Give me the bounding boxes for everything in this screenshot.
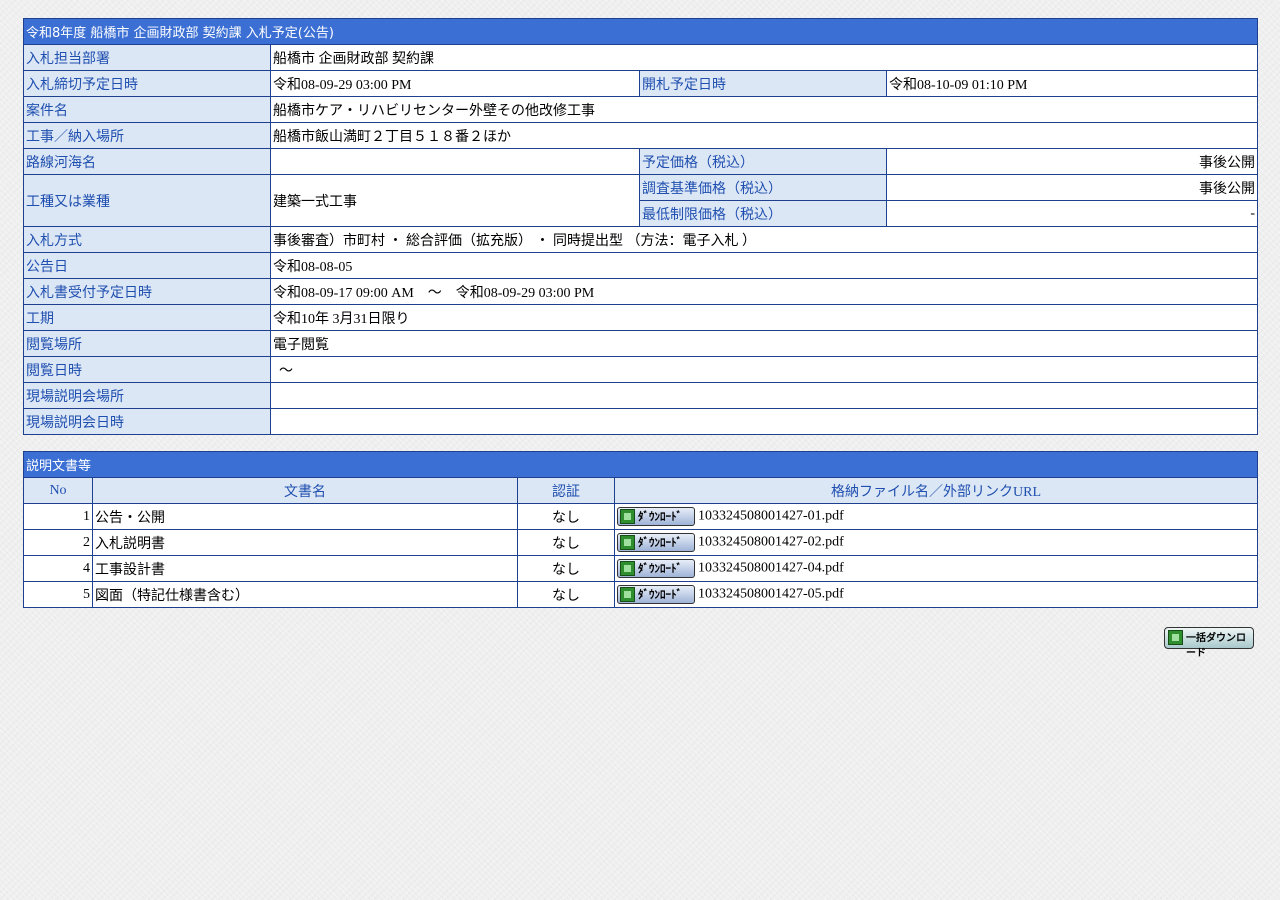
- period-value: 令和10年 3月31日限り: [269, 304, 1259, 331]
- receipt-value: 令和08-09-17 09:00 AM ～ 令和08-09-29 03:00 P…: [269, 278, 1259, 305]
- table-row: 2 入札説明書 なし ﾀﾞｳﾝﾛｰﾄﾞ 103324508001427-02.p…: [23, 529, 1259, 556]
- download-label: ﾀﾞｳﾝﾛｰﾄﾞ: [638, 588, 682, 601]
- documents-table: 説明文書等 No 文書名 認証 格納ファイル名／外部リンクURL 1 公告・公開…: [22, 451, 1259, 608]
- receipt-label: 入札書受付予定日時: [23, 278, 271, 305]
- table-row: 5 図面（特記仕様書含む） なし ﾀﾞｳﾝﾛｰﾄﾞ 10332450800142…: [23, 581, 1259, 608]
- disk-icon: [620, 561, 635, 576]
- doc-filename: 103324508001427-01.pdf: [698, 508, 844, 524]
- doc-auth: なし: [517, 555, 615, 582]
- column-header-file: 格納ファイル名／外部リンクURL: [613, 477, 1259, 504]
- viewing-place-value: 電子閲覧: [269, 330, 1259, 357]
- min-price-label: 最低制限価格（税込）: [639, 200, 887, 227]
- doc-name: 工事設計書: [92, 555, 518, 582]
- planned-price-value: 事後公開: [885, 148, 1259, 175]
- doc-file-cell: ﾀﾞｳﾝﾛｰﾄﾞ 103324508001427-01.pdf: [613, 503, 1259, 530]
- download-button[interactable]: ﾀﾞｳﾝﾛｰﾄﾞ: [617, 507, 695, 526]
- doc-auth: なし: [517, 529, 615, 556]
- case-value: 船橋市ケア・リハビリセンター外壁その他改修工事: [269, 96, 1259, 123]
- download-label: ﾀﾞｳﾝﾛｰﾄﾞ: [638, 536, 682, 549]
- period-label: 工期: [23, 304, 271, 331]
- method-label: 入札方式: [23, 226, 271, 253]
- doc-file-cell: ﾀﾞｳﾝﾛｰﾄﾞ 103324508001427-02.pdf: [613, 529, 1259, 556]
- location-value: 船橋市飯山満町２丁目５１８番２ほか: [269, 122, 1259, 149]
- bid-info-table: 令和8年度 船橋市 企画財政部 契約課 入札予定(公告) 入札担当部署 船橋市 …: [22, 18, 1259, 435]
- notice-date-label: 公告日: [23, 252, 271, 279]
- doc-file-cell: ﾀﾞｳﾝﾛｰﾄﾞ 103324508001427-05.pdf: [613, 581, 1259, 608]
- doc-name: 図面（特記仕様書含む）: [92, 581, 518, 608]
- download-button[interactable]: ﾀﾞｳﾝﾛｰﾄﾞ: [617, 559, 695, 578]
- doc-filename: 103324508001427-04.pdf: [698, 560, 844, 576]
- department-value: 船橋市 企画財政部 契約課: [269, 44, 1259, 71]
- disk-icon: [1168, 630, 1183, 645]
- route-label: 路線河海名: [23, 148, 271, 175]
- briefing-place-value: [269, 382, 1259, 409]
- doc-no: 5: [23, 581, 93, 608]
- department-label: 入札担当部署: [23, 44, 271, 71]
- doc-file-cell: ﾀﾞｳﾝﾛｰﾄﾞ 103324508001427-04.pdf: [613, 555, 1259, 582]
- download-button[interactable]: ﾀﾞｳﾝﾛｰﾄﾞ: [617, 533, 695, 552]
- opening-value: 令和08-10-09 01:10 PM: [885, 70, 1259, 97]
- type-value: 建築一式工事: [270, 174, 640, 227]
- case-label: 案件名: [23, 96, 271, 123]
- location-label: 工事／納入場所: [23, 122, 271, 149]
- bulk-download-label: 一括ダウンロード: [1186, 633, 1246, 659]
- column-header-name: 文書名: [92, 477, 518, 504]
- route-value: [270, 148, 640, 175]
- doc-no: 1: [23, 503, 93, 530]
- doc-filename: 103324508001427-05.pdf: [698, 586, 844, 602]
- doc-no: 2: [23, 529, 93, 556]
- min-price-value: -: [885, 200, 1259, 227]
- disk-icon: [620, 587, 635, 602]
- method-value: 事後審査）市町村 ・ 総合評価（拡充版） ・ 同時提出型 （方法：電子入札 ）: [269, 226, 1259, 253]
- documents-title: 説明文書等: [22, 451, 1259, 478]
- survey-price-label: 調査基準価格（税込）: [639, 174, 887, 201]
- viewing-date-label: 閲覧日時: [23, 356, 271, 383]
- download-button[interactable]: ﾀﾞｳﾝﾛｰﾄﾞ: [617, 585, 695, 604]
- deadline-label: 入札締切予定日時: [23, 70, 271, 97]
- doc-auth: なし: [517, 503, 615, 530]
- viewing-date-value: ～: [269, 356, 1259, 383]
- disk-icon: [620, 535, 635, 550]
- deadline-value: 令和08-09-29 03:00 PM: [270, 70, 640, 97]
- briefing-place-label: 現場説明会場所: [23, 382, 271, 409]
- column-header-auth: 認証: [517, 477, 615, 504]
- column-header-no: No: [23, 477, 93, 504]
- doc-auth: なし: [517, 581, 615, 608]
- briefing-date-label: 現場説明会日時: [23, 408, 271, 435]
- planned-price-label: 予定価格（税込）: [639, 148, 887, 175]
- download-label: ﾀﾞｳﾝﾛｰﾄﾞ: [638, 510, 682, 523]
- survey-price-value: 事後公開: [885, 174, 1259, 201]
- doc-name: 公告・公開: [92, 503, 518, 530]
- doc-name: 入札説明書: [92, 529, 518, 556]
- notice-date-value: 令和08-08-05: [269, 252, 1259, 279]
- table-row: 1 公告・公開 なし ﾀﾞｳﾝﾛｰﾄﾞ 103324508001427-01.p…: [23, 503, 1259, 530]
- doc-filename: 103324508001427-02.pdf: [698, 534, 844, 550]
- type-label: 工種又は業種: [23, 174, 271, 227]
- bulk-download-button[interactable]: 一括ダウンロード: [1164, 627, 1254, 659]
- disk-icon: [620, 509, 635, 524]
- download-label: ﾀﾞｳﾝﾛｰﾄﾞ: [638, 562, 682, 575]
- table-row: 4 工事設計書 なし ﾀﾞｳﾝﾛｰﾄﾞ 103324508001427-04.p…: [23, 555, 1259, 582]
- doc-no: 4: [23, 555, 93, 582]
- opening-label: 開札予定日時: [639, 70, 887, 97]
- briefing-date-value: [269, 408, 1259, 435]
- page-title: 令和8年度 船橋市 企画財政部 契約課 入札予定(公告): [22, 18, 1259, 45]
- viewing-place-label: 閲覧場所: [23, 330, 271, 357]
